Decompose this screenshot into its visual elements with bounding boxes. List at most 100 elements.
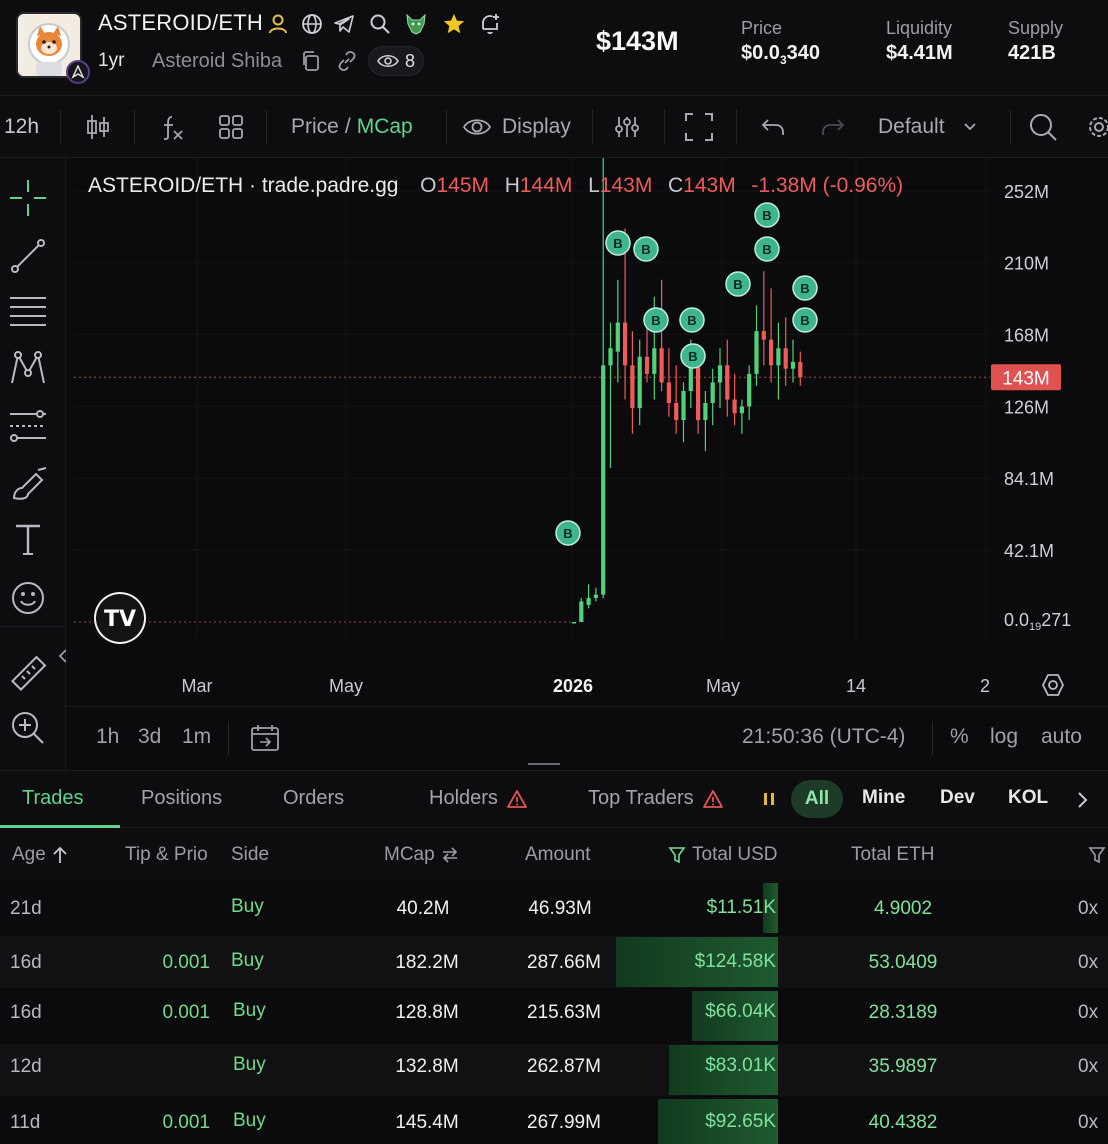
maker-cell[interactable]: 0x	[1078, 1112, 1098, 1134]
filter-kol[interactable]: KOL	[1008, 787, 1048, 809]
filter-all[interactable]: All	[791, 780, 843, 818]
tools-divider	[0, 626, 64, 627]
tab-holders[interactable]: Holders	[429, 787, 528, 810]
tradingview-logo[interactable]: TV	[94, 592, 146, 644]
chart-canvas[interactable]: B B B B B B B B B B B 252M 210M 168M 126M 84.1M 42.1M M…	[66, 158, 1108, 706]
col-total-eth[interactable]: Total ETH	[851, 844, 934, 866]
candle-type-icon[interactable]	[86, 96, 110, 158]
buy-marker[interactable]: B	[555, 520, 581, 546]
person-icon[interactable]	[266, 12, 290, 36]
maker-cell[interactable]: 0x	[1078, 898, 1098, 920]
drawing-tools-sidebar	[0, 158, 67, 770]
buy-marker[interactable]: B	[754, 202, 780, 228]
ruler-icon[interactable]	[8, 654, 48, 694]
emoji-icon[interactable]	[8, 578, 48, 618]
chart-settings-gear-icon[interactable]	[1041, 674, 1065, 696]
filter-mine[interactable]: Mine	[862, 787, 905, 809]
crosshair-icon[interactable]	[8, 178, 48, 218]
tab-positions[interactable]: Positions	[141, 787, 222, 810]
y-tick-label: 126M	[1004, 397, 1049, 417]
total-usd-cell: $92.65K	[616, 1099, 778, 1144]
col-amount[interactable]: Amount	[525, 844, 590, 866]
token-pair-title: ASTEROID/ETH	[98, 10, 263, 35]
search-icon[interactable]	[368, 12, 392, 36]
display-button[interactable]: Display	[462, 96, 571, 158]
candle	[725, 339, 730, 417]
toolbar-divider	[446, 110, 447, 144]
trend-line-icon[interactable]	[8, 236, 48, 276]
table-row[interactable]: $124.58K 16d 0.001 Buy 182.2M 287.66M 53.0409 0…	[0, 936, 1108, 988]
col-tip-prio[interactable]: Tip & Prio	[125, 844, 208, 866]
layout-dropdown[interactable]: Default	[878, 96, 977, 158]
buy-marker[interactable]: B	[680, 343, 706, 369]
x-tick-label: 2026	[553, 676, 593, 696]
y-tick-min: 0.019271	[1004, 610, 1071, 633]
filter-funnel-icon[interactable]	[1088, 846, 1106, 864]
pattern-icon[interactable]	[8, 348, 48, 388]
log-toggle[interactable]: log	[990, 725, 1018, 749]
table-row[interactable]: $92.65K 11d 0.001 Buy 145.4M 267.99M 40.4382 0x	[0, 1098, 1108, 1144]
maker-cell[interactable]: 0x	[1078, 1056, 1098, 1078]
tab-orders[interactable]: Orders	[283, 787, 344, 810]
candle	[769, 288, 774, 383]
col-mcap[interactable]: MCap	[384, 844, 459, 866]
table-row[interactable]: $66.04K 16d 0.001 Buy 128.8M 215.63M 28.3189 0x	[0, 990, 1108, 1042]
resize-handle[interactable]	[528, 763, 560, 765]
telegram-icon[interactable]	[332, 12, 356, 36]
buy-marker[interactable]: B	[643, 307, 669, 333]
buy-marker[interactable]: B	[792, 275, 818, 301]
buy-marker[interactable]: B	[754, 236, 780, 262]
indicators-icon[interactable]	[160, 96, 184, 158]
layouts-grid-icon[interactable]	[218, 96, 244, 158]
copy-icon[interactable]	[300, 50, 322, 72]
buy-marker[interactable]: B	[792, 307, 818, 333]
star-icon[interactable]	[442, 12, 466, 36]
undo-icon[interactable]	[760, 96, 786, 158]
col-side[interactable]: Side	[231, 844, 269, 866]
buy-marker[interactable]: B	[633, 236, 659, 262]
fullscreen-icon[interactable]	[684, 96, 714, 158]
buy-marker[interactable]: B	[605, 230, 631, 256]
gear-icon[interactable]	[1084, 96, 1108, 158]
forecast-icon[interactable]	[8, 406, 48, 446]
settings-sliders-icon[interactable]	[614, 96, 640, 158]
maker-cell[interactable]: 0x	[1078, 952, 1098, 974]
tip-prio-cell: 0.001	[162, 1112, 210, 1133]
mcap-toggle-label[interactable]: MCap	[357, 115, 413, 139]
table-row[interactable]: $11.51K 21d Buy 40.2M 46.93M 4.9002 0x	[0, 882, 1108, 934]
buy-marker[interactable]: B	[679, 307, 705, 333]
range-3d[interactable]: 3d	[138, 725, 161, 749]
globe-icon[interactable]	[300, 12, 324, 36]
table-row[interactable]: $83.01K 12d Buy 132.8M 262.87M 35.9897 0x	[0, 1044, 1108, 1096]
range-1h[interactable]: 1h	[96, 725, 119, 749]
price-mcap-toggle[interactable]: Price / MCap	[291, 96, 413, 158]
zoom-in-icon[interactable]	[8, 708, 48, 748]
chevron-right-icon[interactable]	[1076, 791, 1088, 809]
text-tool-icon[interactable]	[8, 520, 48, 560]
filter-dev[interactable]: Dev	[940, 787, 975, 809]
chart-search-icon[interactable]	[1028, 96, 1058, 158]
watchers-pill[interactable]: 8	[368, 46, 424, 76]
fib-lines-icon[interactable]	[8, 292, 48, 332]
link-icon[interactable]	[336, 50, 358, 72]
pause-icon[interactable]	[762, 791, 776, 807]
brush-icon[interactable]	[8, 464, 48, 504]
range-1m[interactable]: 1m	[182, 725, 211, 749]
buy-marker[interactable]: B	[725, 271, 751, 297]
maker-cell[interactable]: 0x	[1078, 1002, 1098, 1024]
bell-plus-icon[interactable]	[478, 12, 502, 36]
auto-toggle[interactable]: auto	[1041, 725, 1082, 749]
tab-top-traders[interactable]: Top Traders	[588, 787, 724, 810]
chart-time[interactable]: 21:50:36 (UTC-4)	[742, 725, 905, 749]
col-age[interactable]: Age	[12, 844, 68, 866]
percent-toggle[interactable]: %	[950, 725, 969, 749]
redo-icon[interactable]	[820, 96, 846, 158]
wolf-icon[interactable]	[404, 12, 428, 36]
col-total-usd[interactable]: Total USD	[668, 844, 778, 866]
market-cap-value: $143M	[596, 26, 679, 56]
tab-trades[interactable]: Trades	[22, 787, 84, 810]
price-chart[interactable]: B B B B B B B B B B B 252M 210M 168M 126M 84.1M 42.1M M…	[66, 158, 1108, 706]
go-to-date-icon[interactable]	[250, 723, 280, 753]
interval-selector[interactable]: 12h	[4, 96, 39, 158]
price-toggle-label[interactable]: Price	[291, 115, 339, 139]
